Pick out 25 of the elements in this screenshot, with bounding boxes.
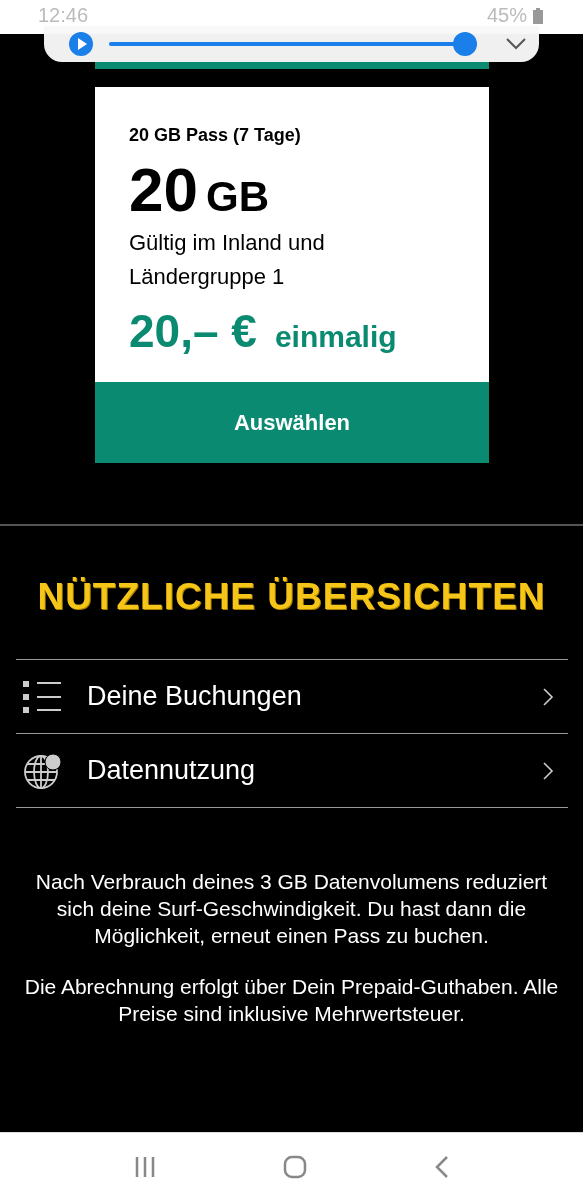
seek-slider[interactable] bbox=[109, 32, 477, 56]
price-note: einmalig bbox=[274, 320, 397, 354]
info-paragraph: Nach Verbrauch deines 3 GB Datenvolumens reduziert sich deine Surf-Geschwindigkeit. Du hast dann die Möglichkeit, erneut einen Pass zu buchen. bbox=[34, 869, 549, 949]
menu-row[interactable]: Datennutzung bbox=[16, 734, 568, 808]
battery-icon bbox=[533, 7, 543, 24]
data-unit: GB bbox=[205, 173, 269, 221]
info-paragraph: Die Abrechnung erfolgt über Dein Prepaid-Guthaben. Alle Preise sind inklusive Mehrwertsteuer. bbox=[23, 974, 560, 1027]
select-button[interactable]: Auswählen bbox=[95, 382, 489, 463]
list-icon bbox=[23, 679, 63, 714]
chevron-down-icon[interactable] bbox=[505, 37, 527, 51]
play-icon[interactable] bbox=[69, 32, 93, 56]
data-amount: 20 bbox=[129, 158, 198, 222]
pass-title: 20 GB Pass (7 Tage) bbox=[129, 125, 302, 146]
pass-description: Gültig im Inland und Ländergruppe 1 bbox=[129, 229, 326, 291]
chevron-right-icon bbox=[542, 760, 554, 781]
menu-row[interactable]: Deine Buchungen bbox=[16, 660, 568, 734]
home-icon[interactable] bbox=[283, 1154, 308, 1179]
section-heading: NÜTZLICHE ÜBERSICHTEN bbox=[37, 576, 546, 618]
battery-level: 45% bbox=[486, 4, 527, 27]
globe-icon bbox=[23, 751, 63, 790]
chevron-right-icon bbox=[542, 686, 554, 707]
back-icon[interactable] bbox=[435, 1154, 450, 1179]
price: 20,– € bbox=[129, 304, 257, 358]
recent-apps-icon[interactable] bbox=[133, 1155, 156, 1178]
status-time: 12:46 bbox=[38, 4, 89, 27]
